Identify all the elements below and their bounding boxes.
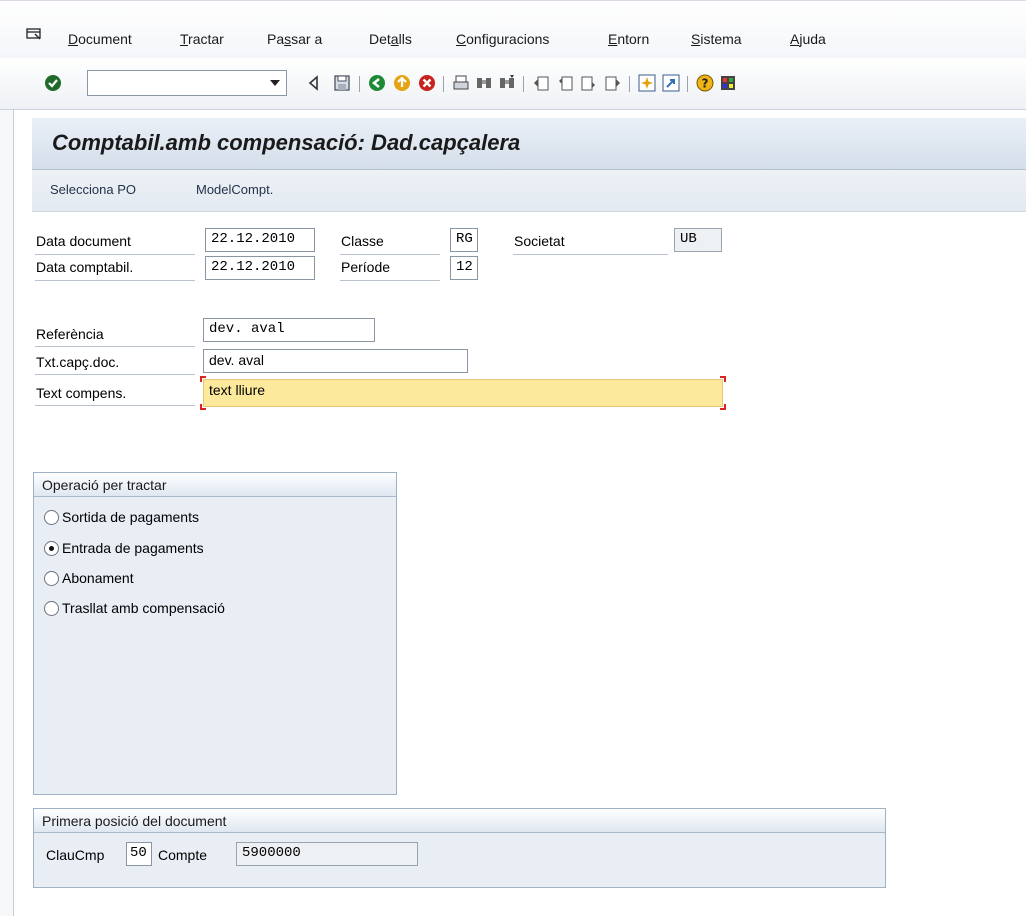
- shortcut-icon[interactable]: [662, 74, 680, 92]
- radio-button[interactable]: [44, 571, 59, 586]
- toolbar-separator: [629, 76, 630, 92]
- command-field[interactable]: [87, 70, 287, 96]
- radio-label: Entrada de pagaments: [62, 540, 204, 556]
- radio-button-selected[interactable]: [44, 541, 59, 556]
- label-underline: [513, 254, 668, 255]
- next-page-icon[interactable]: [580, 74, 598, 92]
- find-icon[interactable]: [475, 74, 493, 92]
- doc-date-field[interactable]: 22.12.2010: [205, 228, 315, 252]
- first-page-icon[interactable]: [532, 74, 550, 92]
- toolbar-separator: [359, 76, 360, 92]
- svg-text:?: ?: [702, 77, 709, 91]
- first-item-group: Primera posició del document ClauCmp 50 …: [33, 808, 886, 888]
- class-field[interactable]: RG: [450, 228, 478, 252]
- label-underline: [35, 280, 195, 281]
- radio-label: Abonament: [62, 570, 134, 586]
- doc-date-label: Data document: [36, 233, 131, 249]
- menu-bar: Document Tractar Passar a Detalls Config…: [0, 0, 1026, 58]
- label-underline: [35, 405, 195, 406]
- menu-sistema[interactable]: Sistema: [691, 31, 742, 47]
- label-underline: [35, 374, 195, 375]
- clearing-text-field[interactable]: text lliure: [203, 379, 723, 407]
- period-label: Període: [341, 259, 391, 275]
- last-page-icon[interactable]: [604, 74, 622, 92]
- find-next-icon[interactable]: [498, 74, 516, 92]
- cancel-icon[interactable]: [418, 74, 436, 92]
- focus-marker: [720, 404, 726, 410]
- first-item-group-title: Primera posició del document: [42, 813, 227, 829]
- radio-label: Trasllat amb compensació: [62, 600, 225, 616]
- group-header: Operació per tractar: [34, 473, 396, 497]
- dropdown-arrow-icon[interactable]: [270, 80, 280, 86]
- clearing-text-label: Text compens.: [36, 385, 127, 401]
- menu-ajuda[interactable]: Ajuda: [790, 31, 826, 47]
- radio-label: Sortida de pagaments: [62, 509, 199, 525]
- back-nav-icon[interactable]: [305, 74, 323, 92]
- focus-marker: [200, 404, 206, 410]
- toolbar-separator: [443, 76, 444, 92]
- title-bar: Comptabil.amb compensació: Dad.capçalera: [32, 118, 1026, 170]
- class-label: Classe: [341, 233, 384, 249]
- post-date-label: Data comptabil.: [36, 259, 134, 275]
- reference-field[interactable]: dev. aval: [203, 318, 375, 342]
- reference-label: Referència: [36, 326, 104, 342]
- operation-group: Operació per tractar Sortida de pagament…: [33, 472, 397, 795]
- label-underline: [340, 280, 440, 281]
- menu-detalls[interactable]: Detalls: [369, 31, 412, 47]
- enter-icon[interactable]: [44, 74, 62, 92]
- menu-entorn[interactable]: Entorn: [608, 31, 649, 47]
- save-icon[interactable]: [333, 74, 351, 92]
- posting-key-field[interactable]: 50: [126, 842, 152, 866]
- menu-document[interactable]: Document: [68, 31, 132, 47]
- menu-configuracions[interactable]: Configuracions: [456, 31, 549, 47]
- print-icon[interactable]: [452, 74, 470, 92]
- label-underline: [35, 346, 195, 347]
- application-toolbar: Selecciona PO ModelCompt.: [32, 170, 1026, 212]
- company-field: UB: [674, 228, 722, 252]
- account-label: Compte: [158, 847, 208, 863]
- model-account-button[interactable]: ModelCompt.: [196, 182, 273, 197]
- company-label: Societat: [514, 233, 565, 249]
- focus-marker: [720, 376, 726, 382]
- label-underline: [340, 254, 440, 255]
- layout-icon[interactable]: [719, 74, 737, 92]
- group-header: Primera posició del document: [34, 809, 885, 833]
- period-field[interactable]: 12: [450, 256, 478, 280]
- menu-tractar[interactable]: Tractar: [180, 31, 224, 47]
- help-icon[interactable]: ?: [696, 74, 714, 92]
- focus-marker: [200, 376, 206, 382]
- toolbar-separator: [687, 76, 688, 92]
- back-icon[interactable]: [368, 74, 386, 92]
- post-date-field[interactable]: 22.12.2010: [205, 256, 315, 280]
- create-session-icon[interactable]: [638, 74, 656, 92]
- select-po-button[interactable]: Selecciona PO: [50, 182, 136, 197]
- posting-key-label: ClauCmp: [46, 847, 105, 863]
- radio-button[interactable]: [44, 601, 59, 616]
- toolbar-separator: [523, 76, 524, 92]
- menu-icon[interactable]: [26, 28, 42, 40]
- operation-group-title: Operació per tractar: [42, 477, 167, 493]
- page-title: Comptabil.amb compensació: Dad.capçalera: [52, 130, 521, 155]
- account-field[interactable]: 5900000: [236, 842, 418, 866]
- radio-button[interactable]: [44, 510, 59, 525]
- left-frame-edge: [0, 110, 14, 916]
- standard-toolbar: ?: [0, 58, 1026, 110]
- header-text-field[interactable]: dev. aval: [203, 349, 468, 373]
- previous-page-icon[interactable]: [556, 74, 574, 92]
- label-underline: [35, 254, 195, 255]
- menu-passar-a[interactable]: Passar a: [267, 31, 322, 47]
- exit-icon[interactable]: [393, 74, 411, 92]
- header-text-label: Txt.capç.doc.: [36, 354, 120, 370]
